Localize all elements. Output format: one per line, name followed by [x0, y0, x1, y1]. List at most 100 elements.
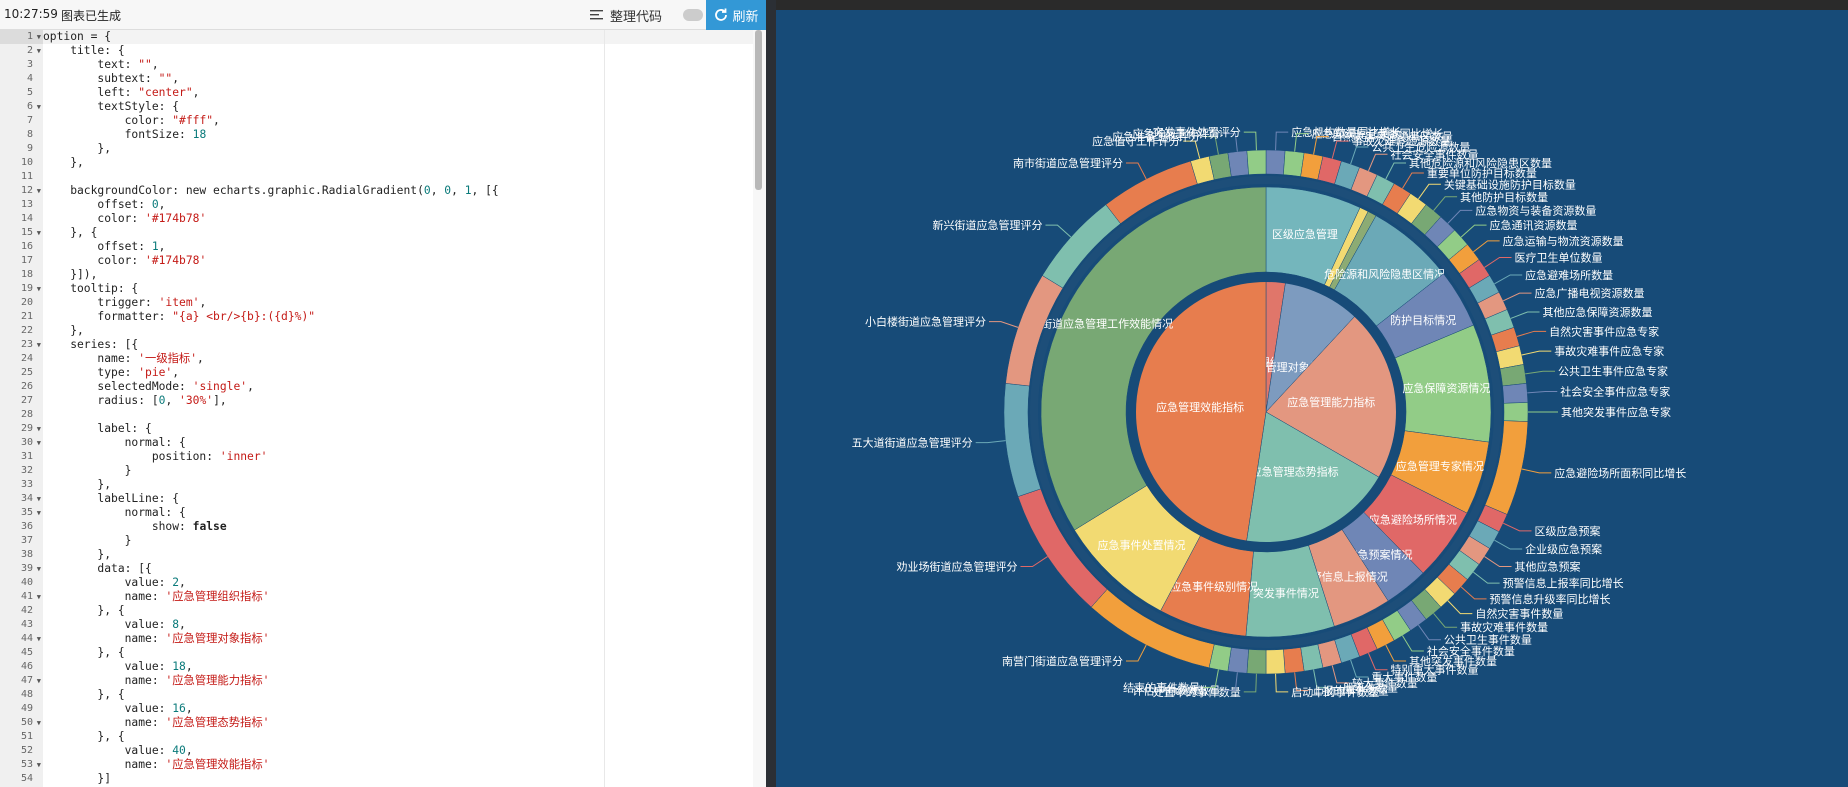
- line-number: 2 ▼: [26, 44, 41, 58]
- code-line[interactable]: normal: {: [43, 506, 753, 520]
- fold-arrow-icon[interactable]: ▼: [37, 506, 41, 520]
- code-token: ,: [185, 744, 193, 757]
- code-token: ,: [213, 114, 220, 127]
- code-line[interactable]: },: [43, 324, 753, 338]
- code-line[interactable]: },: [43, 142, 753, 156]
- inner-slice-label: 应急管理态势指标: [1251, 464, 1339, 478]
- code-token: ],: [213, 394, 227, 407]
- code-line[interactable]: selectedMode: 'single',: [43, 380, 753, 394]
- line-number: 37: [20, 535, 33, 546]
- code-line[interactable]: }, {: [43, 730, 753, 744]
- fold-arrow-icon[interactable]: ▼: [37, 758, 41, 772]
- code-line[interactable]: offset: 0,: [43, 198, 753, 212]
- code-line[interactable]: textStyle: {: [43, 100, 753, 114]
- code-line[interactable]: },: [43, 478, 753, 492]
- fold-arrow-icon[interactable]: ▼: [37, 716, 41, 730]
- code-line[interactable]: formatter: "{a} <br/>{b}:({d}%)": [43, 310, 753, 324]
- code-line[interactable]: data: [{: [43, 562, 753, 576]
- code-line[interactable]: radius: [0, '30%'],: [43, 394, 753, 408]
- code-line[interactable]: label: {: [43, 422, 753, 436]
- outer-label-line: [1243, 673, 1257, 693]
- code-line[interactable]: color: '#174b78': [43, 212, 753, 226]
- outer-label-line: [1433, 613, 1458, 628]
- fold-arrow-icon[interactable]: ▼: [37, 492, 41, 506]
- fold-arrow-icon[interactable]: ▼: [37, 632, 41, 646]
- fold-arrow-icon[interactable]: ▼: [37, 436, 41, 450]
- code-line[interactable]: name: '应急管理态势指标': [43, 716, 753, 730]
- outer-label-line: [1045, 224, 1072, 238]
- format-code-button[interactable]: 整理代码: [590, 5, 662, 25]
- code-line[interactable]: normal: {: [43, 436, 753, 450]
- code-line[interactable]: color: "#fff",: [43, 114, 753, 128]
- fold-arrow-icon[interactable]: ▼: [37, 674, 41, 688]
- code-line[interactable]: },: [43, 156, 753, 170]
- code-line[interactable]: value: 40,: [43, 744, 753, 758]
- code-line[interactable]: }: [43, 464, 753, 478]
- toggle-eye-icon[interactable]: [683, 9, 703, 21]
- code-line[interactable]: name: '应急管理组织指标': [43, 590, 753, 604]
- code-line[interactable]: subtext: "",: [43, 72, 753, 86]
- code-line[interactable]: series: [{: [43, 338, 753, 352]
- code-line[interactable]: }]: [43, 772, 753, 786]
- fold-arrow-icon[interactable]: ▼: [37, 590, 41, 604]
- outer-label-line: [975, 440, 1006, 444]
- code-line[interactable]: text: "",: [43, 58, 753, 72]
- code-line[interactable]: value: 2,: [43, 576, 753, 590]
- code-token: ,: [199, 296, 207, 309]
- code-line[interactable]: }, {: [43, 688, 753, 702]
- code-area[interactable]: option = { title: { text: "", subtext: "…: [43, 30, 753, 787]
- code-line[interactable]: title: {: [43, 44, 753, 58]
- code-line[interactable]: }, {: [43, 604, 753, 618]
- code-line[interactable]: left: "center",: [43, 86, 753, 100]
- code-token: "#fff": [172, 114, 214, 127]
- code-line[interactable]: }: [43, 534, 753, 548]
- code-line[interactable]: color: '#174b78': [43, 254, 753, 268]
- code-line[interactable]: },: [43, 548, 753, 562]
- panel-divider[interactable]: [766, 0, 776, 787]
- outer-label-line: [1183, 140, 1201, 159]
- code-line[interactable]: name: '一级指标',: [43, 352, 753, 366]
- fold-arrow-icon[interactable]: ▼: [37, 30, 41, 44]
- code-line[interactable]: name: '应急管理能力指标': [43, 674, 753, 688]
- code-line[interactable]: }]),: [43, 268, 753, 282]
- outer-slice-label: 其他突发事件应急专家: [1561, 405, 1671, 419]
- code-line[interactable]: trigger: 'item',: [43, 296, 753, 310]
- code-line[interactable]: option = {: [43, 30, 753, 44]
- fold-arrow-icon[interactable]: ▼: [37, 226, 41, 240]
- fold-arrow-icon[interactable]: ▼: [37, 44, 41, 58]
- code-line[interactable]: name: '应急管理对象指标': [43, 632, 753, 646]
- fold-arrow-icon[interactable]: ▼: [37, 184, 41, 198]
- fold-arrow-icon[interactable]: ▼: [37, 100, 41, 114]
- fold-arrow-icon[interactable]: ▼: [37, 562, 41, 576]
- code-token: name:: [43, 674, 166, 687]
- fold-arrow-icon[interactable]: ▼: [37, 338, 41, 352]
- outer-slice-label: 公共卫生事件应急专家: [1558, 364, 1668, 378]
- line-number: 25: [20, 367, 33, 378]
- code-line[interactable]: value: 16,: [43, 702, 753, 716]
- code-line[interactable]: type: 'pie',: [43, 366, 753, 380]
- code-line[interactable]: position: 'inner': [43, 450, 753, 464]
- code-line[interactable]: [43, 170, 753, 184]
- code-line[interactable]: backgroundColor: new echarts.graphic.Rad…: [43, 184, 753, 198]
- scrollbar-thumb[interactable]: [755, 30, 762, 190]
- code-line[interactable]: }, {: [43, 226, 753, 240]
- fold-arrow-icon[interactable]: ▼: [37, 422, 41, 436]
- code-line[interactable]: }, {: [43, 646, 753, 660]
- line-number: 19 ▼: [20, 282, 41, 296]
- code-line[interactable]: value: 18,: [43, 660, 753, 674]
- code-line[interactable]: offset: 1,: [43, 240, 753, 254]
- code-line[interactable]: value: 8,: [43, 618, 753, 632]
- code-line[interactable]: [43, 408, 753, 422]
- code-token: },: [43, 156, 84, 169]
- fold-arrow-icon[interactable]: ▼: [37, 282, 41, 296]
- refresh-button[interactable]: 刷新: [706, 0, 766, 30]
- code-token: color:: [43, 254, 146, 267]
- timestamp: 10:27:59: [4, 7, 58, 21]
- code-line[interactable]: fontSize: 18: [43, 128, 753, 142]
- code-line[interactable]: name: '应急管理效能指标': [43, 758, 753, 772]
- outer-slice-label: 自然灾害事件应急专家: [1549, 324, 1659, 338]
- code-token: '应急管理组织指标': [165, 590, 270, 603]
- code-line[interactable]: tooltip: {: [43, 282, 753, 296]
- code-line[interactable]: labelLine: {: [43, 492, 753, 506]
- code-line[interactable]: show: false: [43, 520, 753, 534]
